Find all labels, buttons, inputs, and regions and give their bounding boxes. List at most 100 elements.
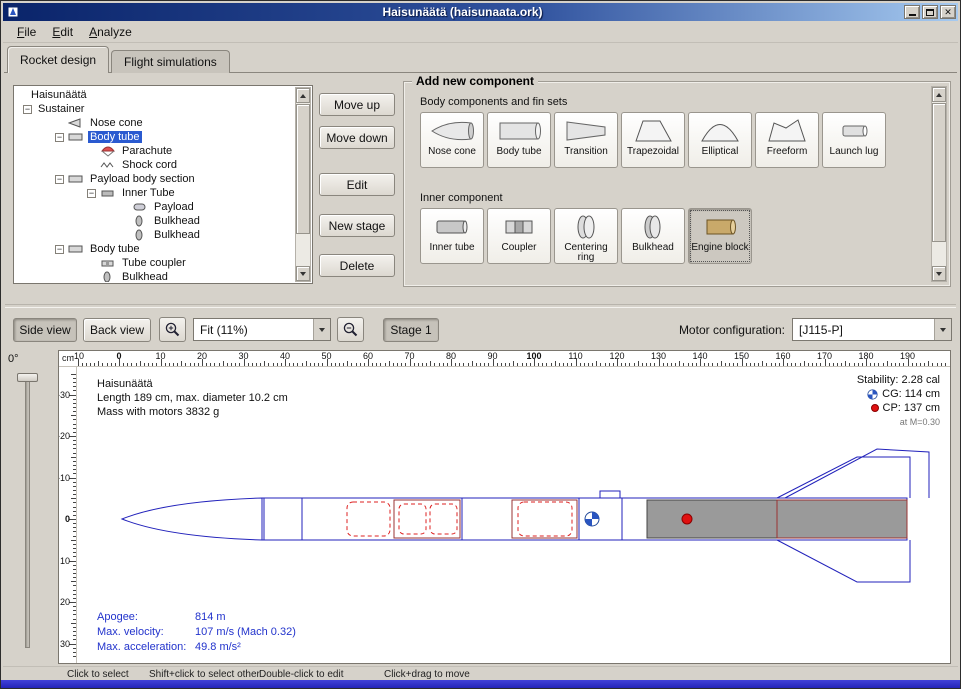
chevron-down-icon[interactable] — [313, 319, 330, 340]
edit-button[interactable]: Edit — [319, 173, 395, 196]
move-down-button[interactable]: Move down — [319, 126, 395, 149]
tree-item-bulkhead[interactable]: Bulkhead — [15, 214, 294, 228]
tree-item-shock-cord[interactable]: Shock cord — [15, 158, 294, 172]
rotation-slider[interactable] — [25, 376, 30, 648]
tree-expander-icon[interactable]: − — [87, 189, 96, 198]
close-button[interactable]: ✕ — [940, 5, 956, 19]
bodytube-icon — [68, 243, 85, 255]
ruler-tick — [912, 363, 913, 366]
tree-item-payload-body-section[interactable]: − Payload body section — [15, 172, 294, 186]
rocket-view[interactable]: Haisunäätä Length 189 cm, max. diameter … — [77, 367, 951, 664]
ruler-tick — [194, 363, 195, 366]
scroll-track[interactable] — [932, 102, 946, 266]
add-freeform-button[interactable]: Freeform — [755, 112, 819, 168]
flight-data: Apogee:814 m Max. velocity:107 m/s (Mach… — [97, 610, 296, 655]
add-transition-button[interactable]: Transition — [554, 112, 618, 168]
scroll-up-button[interactable] — [932, 87, 946, 102]
tree-expander-icon[interactable]: − — [55, 133, 64, 142]
stage1-toggle-button[interactable]: Stage 1 — [383, 318, 439, 342]
ruler-tick — [501, 363, 502, 366]
ruler-tick — [526, 363, 527, 366]
cg-icon — [867, 389, 878, 400]
ruler-tick — [214, 363, 215, 366]
minimize-button[interactable] — [904, 5, 920, 19]
menu-analyze[interactable]: Analyze — [81, 22, 140, 42]
ruler-tick — [289, 363, 290, 366]
app-icon[interactable] — [5, 5, 21, 19]
tree-item-body-tube[interactable]: −Body tube — [15, 130, 294, 144]
ruler-tick — [73, 527, 76, 528]
tree-item-payload[interactable]: Payload — [15, 200, 294, 214]
maximize-button[interactable] — [922, 5, 938, 19]
delete-button[interactable]: Delete — [319, 254, 395, 277]
nosecone-icon — [68, 117, 85, 129]
ruler-tick — [347, 361, 348, 366]
tree-item-body-tube[interactable]: −Body tube — [15, 242, 294, 256]
scroll-down-button[interactable] — [932, 266, 946, 281]
trapezoidal-icon — [630, 116, 676, 146]
chevron-down-icon[interactable] — [934, 319, 951, 340]
tree-item-nose-cone[interactable]: Nose cone — [15, 116, 294, 130]
add-centering-ring-button[interactable]: Centering ring — [554, 208, 618, 264]
ruler-label: -30 — [58, 390, 70, 400]
tree-expander-icon[interactable]: − — [55, 245, 64, 254]
ruler-tick — [127, 363, 128, 366]
back-view-button[interactable]: Back view — [83, 318, 151, 342]
ruler-tick — [264, 361, 265, 366]
tree-item-tube-coupler[interactable]: Tube coupler — [15, 256, 294, 270]
add-component-scrollbar[interactable] — [931, 86, 947, 282]
side-view-button[interactable]: Side view — [13, 318, 77, 342]
menu-edit[interactable]: Edit — [44, 22, 81, 42]
add-inner-tube-button[interactable]: Inner tube — [420, 208, 484, 264]
scroll-up-button[interactable] — [296, 88, 310, 103]
tree-item-inner-tube[interactable]: −Inner Tube — [15, 186, 294, 200]
ruler-tick — [916, 363, 917, 366]
tree-expander-icon[interactable]: − — [23, 105, 32, 114]
split-divider[interactable] — [5, 304, 956, 308]
add-nose-cone-button[interactable]: Nose cone — [420, 112, 484, 168]
add-body-tube-button[interactable]: Body tube — [487, 112, 551, 168]
add-trapezoidal-button[interactable]: Trapezoidal — [621, 112, 685, 168]
add-elliptical-button[interactable]: Elliptical — [688, 112, 752, 168]
ruler-vertical: -30-20-100102030 — [59, 367, 77, 664]
zoom-select[interactable]: Fit (11%) — [193, 318, 331, 341]
tree-item-bulkhead[interactable]: Bulkhead — [15, 270, 294, 282]
zoom-out-button[interactable] — [337, 317, 364, 342]
tree-item-haisun-t[interactable]: Haisunäätä — [15, 88, 294, 102]
tab-flight-simulations[interactable]: Flight simulations — [111, 50, 230, 73]
tree-scrollbar[interactable] — [295, 87, 311, 282]
status-hint-click-to-select: Click to select — [67, 669, 129, 680]
rotation-slider-thumb[interactable] — [17, 373, 38, 382]
ruler-tick — [812, 363, 813, 366]
tree-item-label: Payload body section — [88, 173, 197, 185]
add-engine-block-button[interactable]: Engine block — [688, 208, 752, 264]
inner-components-label: Inner component — [420, 192, 503, 204]
new-stage-button[interactable]: New stage — [319, 214, 395, 237]
tree-item-bulkhead[interactable]: Bulkhead — [15, 228, 294, 242]
add-launch-lug-button[interactable]: Launch lug — [822, 112, 886, 168]
ruler-tick — [588, 363, 589, 366]
scroll-track[interactable] — [296, 103, 310, 266]
add-coupler-button[interactable]: Coupler — [487, 208, 551, 264]
move-up-button[interactable]: Move up — [319, 93, 395, 116]
tree-expander-icon[interactable]: − — [55, 175, 64, 184]
bodytube-icon — [68, 173, 85, 185]
menu-file[interactable]: File — [9, 22, 44, 42]
ruler-tick — [69, 602, 76, 603]
ruler-tick — [733, 363, 734, 366]
scroll-thumb[interactable] — [932, 103, 946, 242]
ruler-tick — [177, 363, 178, 366]
scroll-thumb[interactable] — [296, 104, 310, 234]
launch-lug-shape[interactable] — [600, 491, 620, 498]
add-bulkhead-button[interactable]: Bulkhead — [621, 208, 685, 264]
tree-item-parachute[interactable]: Parachute — [15, 144, 294, 158]
nose-cone-shape[interactable] — [122, 498, 262, 540]
tab-rocket-design[interactable]: Rocket design — [7, 46, 109, 73]
scroll-down-button[interactable] — [296, 266, 310, 281]
ruler-label: 180 — [858, 351, 873, 361]
zoom-in-button[interactable] — [159, 317, 186, 342]
motor-configuration-select[interactable]: [J115-P] — [792, 318, 952, 341]
tree-item-sustainer[interactable]: −Sustainer — [15, 102, 294, 116]
cg-value: CG: 114 cm — [882, 387, 940, 401]
ruler-tick — [605, 363, 606, 366]
